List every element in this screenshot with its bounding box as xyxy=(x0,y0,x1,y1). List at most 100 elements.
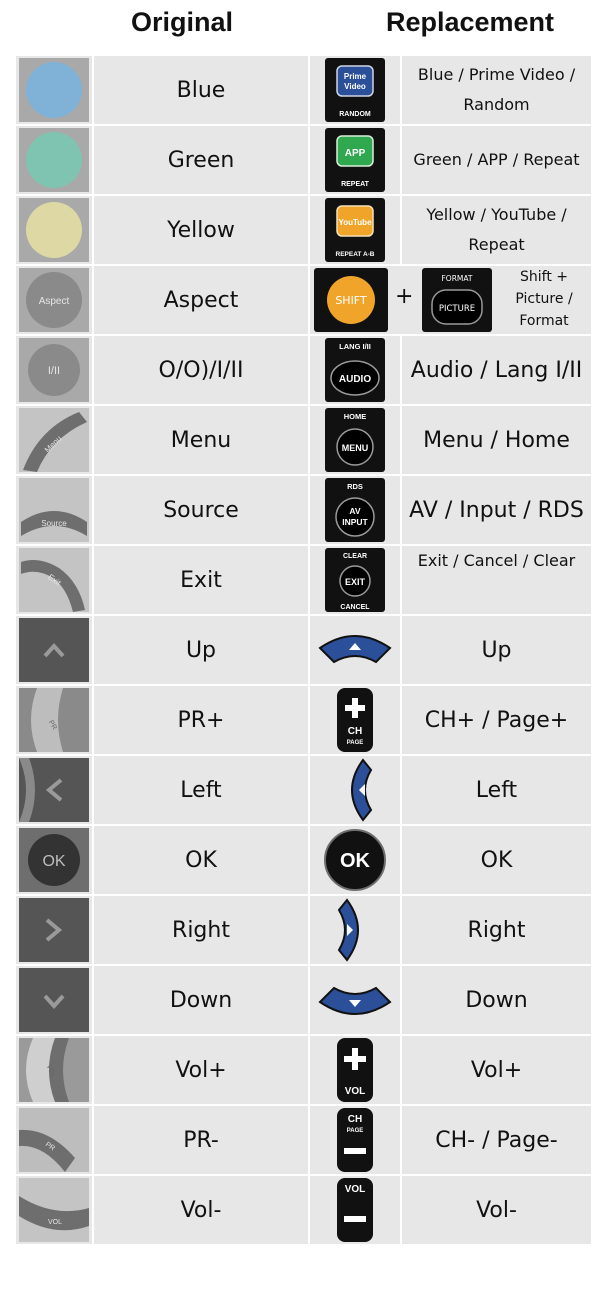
pr-minus-button-icon: PR xyxy=(19,1108,89,1172)
vol-plus-button-icon: VOL xyxy=(19,1038,89,1102)
right-arrow-icon xyxy=(337,898,359,962)
original-column-header: Original xyxy=(130,7,233,37)
original-label: Blue xyxy=(92,54,310,126)
table-row: Left Left xyxy=(14,754,593,826)
av-input-button-icon: RDS AVINPUT xyxy=(325,478,385,542)
svg-text:PICTURE: PICTURE xyxy=(439,304,475,314)
replacement-label: Vol- xyxy=(400,1174,593,1246)
original-label: Right xyxy=(92,894,310,966)
svg-text:INPUT: INPUT xyxy=(342,517,368,527)
svg-text:HOME: HOME xyxy=(344,412,367,421)
svg-text:FORMAT: FORMAT xyxy=(441,274,472,283)
table-row: PR PR+ CH PAGE CH+ / Page+ xyxy=(14,684,593,756)
replacement-label: Right xyxy=(400,894,593,966)
svg-text:Prime: Prime xyxy=(344,72,367,81)
svg-text:MENU: MENU xyxy=(342,443,369,453)
table-row: VOL Vol+ VOL Vol+ xyxy=(14,1034,593,1106)
svg-text:APP: APP xyxy=(345,148,366,159)
picture-format-button-icon: FORMAT PICTURE xyxy=(422,268,492,332)
svg-text:EXIT: EXIT xyxy=(345,577,366,587)
svg-text:Video: Video xyxy=(344,82,366,91)
replacement-label: Yellow / YouTube / Repeat xyxy=(400,194,593,266)
original-label: Vol- xyxy=(92,1174,310,1246)
replacement-label: Menu / Home xyxy=(400,404,593,476)
svg-text:PAGE: PAGE xyxy=(347,740,364,746)
svg-text:AV: AV xyxy=(349,506,361,516)
svg-text:OK: OK xyxy=(42,853,65,870)
svg-text:CH: CH xyxy=(348,1114,362,1125)
svg-text:SHIFT: SHIFT xyxy=(335,294,367,307)
svg-text:CH: CH xyxy=(348,726,362,737)
table-row: Blue Prime Video RANDOM Blue / Prime Video… xyxy=(14,54,593,126)
menu-button-icon: Menu xyxy=(19,408,89,472)
source-button-icon: Source xyxy=(19,478,89,542)
svg-text:LANG I/II: LANG I/II xyxy=(339,342,371,351)
exit-cancel-button-icon: CLEAR EXIT CANCEL xyxy=(325,548,385,612)
youtube-button-icon: YouTube REPEAT A-B xyxy=(325,198,385,262)
replacement-label: OK xyxy=(400,824,593,896)
table-row: Up Up xyxy=(14,614,593,686)
svg-text:REPEAT A-B: REPEAT A-B xyxy=(336,251,375,258)
ok-button-icon: OK xyxy=(324,829,386,891)
pr-plus-button-icon: PR xyxy=(19,688,89,752)
svg-text:VOL: VOL xyxy=(345,1184,366,1195)
replacement-label: Up xyxy=(400,614,593,686)
vol-minus-button-icon: VOL xyxy=(19,1178,89,1242)
svg-text:VOL: VOL xyxy=(48,1219,62,1226)
table-row: Green APP REPEAT Green / APP / Repeat xyxy=(14,124,593,196)
original-label: Up xyxy=(92,614,310,686)
svg-text:RANDOM: RANDOM xyxy=(339,111,371,118)
ok-button-icon: OK xyxy=(19,828,89,892)
replacement-label: Green / APP / Repeat xyxy=(400,124,593,196)
ch-minus-button-icon: CH PAGE xyxy=(337,1108,373,1172)
original-label: O/O)/I/II xyxy=(92,334,310,406)
plus-sign: + xyxy=(395,284,414,309)
replacement-label: Exit / Cancel / Clear xyxy=(400,544,593,616)
blue-button-icon xyxy=(19,58,89,122)
svg-text:Aspect: Aspect xyxy=(39,296,70,307)
right-arrow-icon xyxy=(19,898,89,962)
table-row: Source Source RDS AV INPUT AV / Input / RD… xyxy=(14,474,593,546)
vol-plus-button-icon: VOL xyxy=(337,1038,373,1102)
original-label: PR- xyxy=(92,1104,310,1176)
original-label: Exit xyxy=(92,544,310,616)
table-row: Yellow YouTube REPEAT A-B Yellow / YouTub… xyxy=(14,194,593,266)
table-row: PR PR- CH PAGE CH- / Page- xyxy=(14,1104,593,1176)
prime-video-button-icon: PrimeVideo RANDOM xyxy=(325,58,385,122)
app-button-icon: APP REPEAT xyxy=(325,128,385,192)
replacement-label: CH+ / Page+ xyxy=(400,684,593,756)
replacement-label: AV / Input / RDS xyxy=(400,474,593,546)
up-arrow-icon xyxy=(19,618,89,682)
replacement-label: Shift + Picture / Format xyxy=(515,269,573,329)
svg-text:CANCEL: CANCEL xyxy=(340,604,370,611)
original-label: Menu xyxy=(92,404,310,476)
svg-text:RDS: RDS xyxy=(347,482,363,491)
original-label: PR+ xyxy=(92,684,310,756)
replacement-label: Blue / Prime Video / Random xyxy=(400,54,593,126)
svg-text:YouTube: YouTube xyxy=(338,218,372,227)
svg-text:CLEAR: CLEAR xyxy=(343,553,367,560)
table-row: Exit Exit CLEAR EXIT CANCEL Exit / Cancel … xyxy=(14,544,593,616)
shift-button-icon: SHIFT xyxy=(314,268,388,332)
ch-plus-button-icon: CH PAGE xyxy=(337,688,373,752)
table-row: Down Down xyxy=(14,964,593,1036)
vol-minus-button-icon: VOL xyxy=(337,1178,373,1242)
table-row: Menu Menu HOME MENU Menu / Home xyxy=(14,404,593,476)
yellow-button-icon xyxy=(19,198,89,262)
svg-text:OK: OK xyxy=(340,850,371,872)
replacement-label: Audio / Lang I/II xyxy=(400,334,593,406)
replacement-label: Left xyxy=(400,754,593,826)
up-arrow-icon xyxy=(318,635,392,664)
original-label: Aspect xyxy=(92,264,310,336)
replacement-label: Down xyxy=(400,964,593,1036)
svg-text:REPEAT: REPEAT xyxy=(341,181,370,188)
table-row: Right Right xyxy=(14,894,593,966)
svg-text:Source: Source xyxy=(41,519,67,528)
replacement-label: CH- / Page- xyxy=(400,1104,593,1176)
original-label: Source xyxy=(92,474,310,546)
aspect-button-icon: Aspect xyxy=(19,268,89,332)
original-label: OK xyxy=(92,824,310,896)
green-button-icon xyxy=(19,128,89,192)
menu-home-button-icon: HOME MENU xyxy=(325,408,385,472)
original-label: Down xyxy=(92,964,310,1036)
